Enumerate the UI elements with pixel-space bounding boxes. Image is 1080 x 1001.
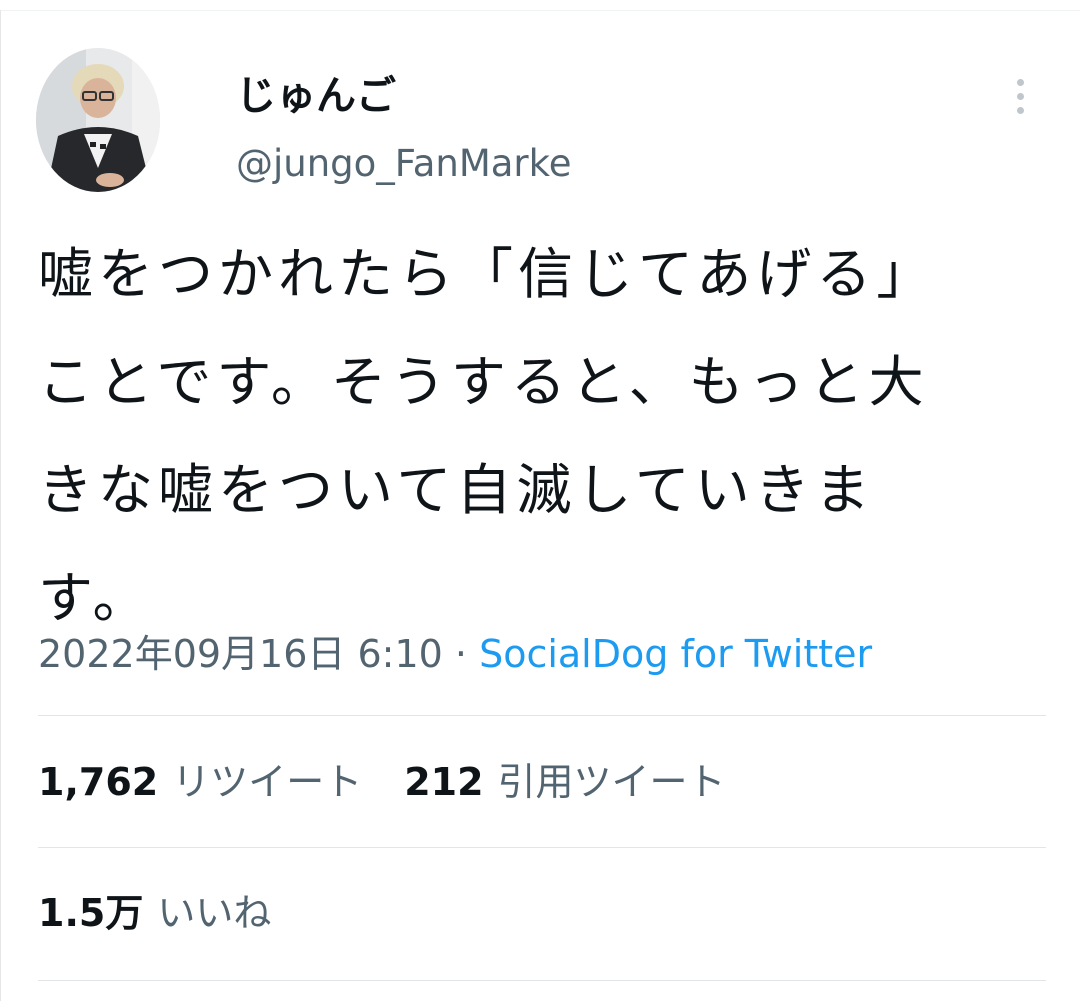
tweet-metadata: 2022年09月16日 6:10 · SocialDog for Twitter	[38, 630, 872, 678]
quote-tweets-count: 212	[404, 760, 484, 804]
author-display-name[interactable]: じゅんご	[236, 70, 396, 122]
more-vertical-icon-dot	[1016, 106, 1024, 114]
tweet-text-line: 嘘をつかれたら「信じてあげる」	[38, 242, 937, 306]
likes-label: いいね	[157, 891, 272, 935]
quote-tweets-stat[interactable]: 212 引用ツイート	[404, 758, 725, 806]
likes-stats-row: 1.5万 いいね	[38, 889, 271, 937]
more-vertical-icon-dot	[1016, 92, 1024, 100]
more-options-button[interactable]	[1002, 70, 1038, 122]
divider	[38, 980, 1046, 981]
more-vertical-icon	[1016, 78, 1024, 86]
retweets-stat[interactable]: 1,762 リツイート	[38, 758, 362, 806]
likes-stat[interactable]: 1.5万 いいね	[38, 889, 271, 937]
metadata-separator: ·	[442, 632, 480, 676]
tweet-text: 嘘をつかれたら「信じてあげる」 ことです。そうすると、もっと大 きな嘘をついて自…	[38, 220, 1028, 652]
engagement-stats-row: 1,762 リツイート 212 引用ツイート	[38, 758, 726, 806]
divider	[38, 847, 1046, 848]
quote-tweets-label: 引用ツイート	[497, 760, 726, 804]
tweet-text-line: ことです。そうすると、もっと大	[38, 350, 929, 414]
retweets-label: リツイート	[172, 760, 363, 804]
tweet-text-line: きな嘘をついて自滅していきま	[38, 458, 875, 522]
divider	[38, 715, 1046, 716]
left-border	[0, 10, 1, 1001]
top-divider	[0, 10, 1080, 11]
tweet-source-link[interactable]: SocialDog for Twitter	[479, 632, 872, 676]
avatar-photo	[36, 48, 160, 192]
tweet-timestamp[interactable]: 2022年09月16日 6:10	[38, 632, 443, 676]
avatar[interactable]	[36, 48, 160, 192]
likes-count: 1.5万	[38, 891, 144, 935]
retweets-count: 1,762	[38, 760, 159, 804]
author-handle[interactable]: @jungo_FanMarke	[236, 140, 572, 188]
